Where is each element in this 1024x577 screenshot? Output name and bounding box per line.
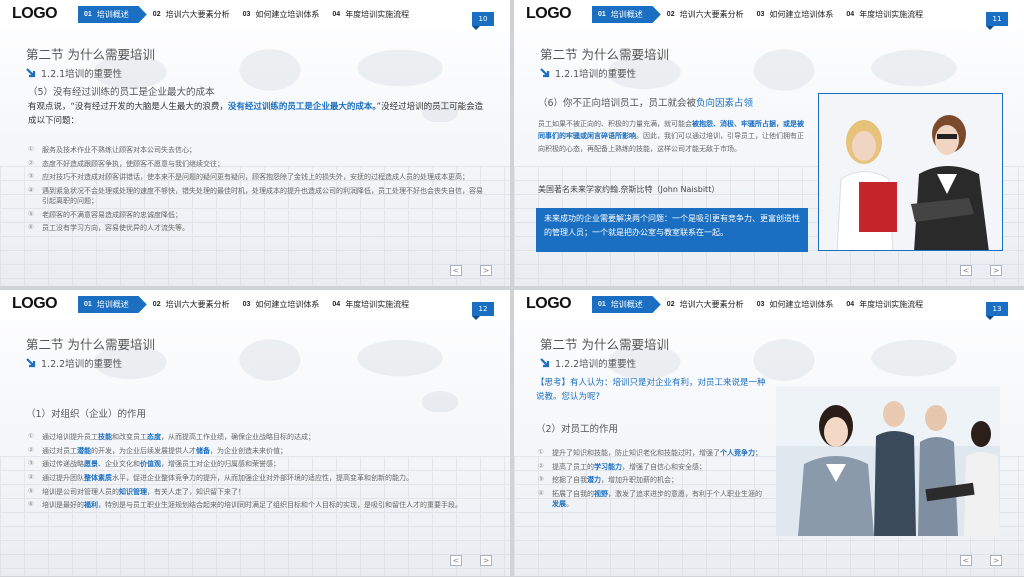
slide-nav: < > [960,555,1002,566]
nav-item-process[interactable]: 04 年度培训实施流程 [326,296,416,313]
nav-item-elements[interactable]: 02 培训六大要素分析 [147,296,237,313]
logo: LOGO [12,5,58,22]
problem-list: ① 服务及技术作业不熟练让顾客对本公司失去信心； ② 态度不好造成跟顾客争执，使顾客… [28,145,488,237]
next-button[interactable]: > [990,265,1002,276]
subtitle: 1.2.1培训的重要性 [540,66,636,80]
top-bar: LOGO 01 培训概述 02 培训六大要素分析 03 如何建立培训体系 04 年度培训… [0,290,510,320]
business-team-photo [776,386,1000,536]
arrow-down-right-icon [26,358,36,368]
slide-11[interactable]: LOGO 01 培训概述 02 培训六大要素分析 03 如何建立培训体系 04 年度培训… [514,0,1024,286]
page-number: 10 [472,12,494,30]
list-item: ② 态度不好造成跟顾客争执，使顾客不愿意与我们继续交往； [28,158,224,168]
nav-item-overview[interactable]: 01 培训概述 [78,296,147,313]
nav-item-elements[interactable]: 02 培训六大要素分析 [661,6,751,23]
prev-button[interactable]: < [960,265,972,276]
subtitle: 1.2.1培训的重要性 [26,66,122,80]
slide-13[interactable]: LOGO 01 培训概述 02 培训六大要素分析 03 如何建立培训体系 04 年度培训… [514,290,1024,576]
list-item: ③ 通过传递战略愿景、企业文化和价值观，增强员工对企业的归属感和荣誉感； [28,459,280,469]
heading: （5）没有经过训练的员工是企业最大的成本 [28,87,215,98]
list-item: ② 通过对员工潜能的开发，为企业后续发展提供人才储备，为企业创造未来价值； [28,445,287,455]
nav-item-overview[interactable]: 01 培训概述 [78,6,147,23]
list-item: ⑤ 老顾客的不满意容易造成顾客的忠诚度降低； [28,209,182,219]
arrow-down-right-icon [540,358,550,368]
top-bar: LOGO 01 培训概述 02 培训六大要素分析 03 如何建立培训体系 04 年度培训… [514,0,1024,30]
list-item: ④ 遇到紧急状况不会处理或处理的速度不够快，错失处理的最佳时机，处理成本的提升也造… [28,185,483,206]
nav-item-overview[interactable]: 01 培训概述 [592,6,661,23]
prev-button[interactable]: < [450,555,462,566]
nav-item-system[interactable]: 03 如何建立培训体系 [751,296,841,313]
nav-item-overview[interactable]: 01 培训概述 [592,296,661,313]
quote-author: 美国著名未来学家约翰.奈斯比特（John Naisbitt） [538,185,720,194]
nav-item-system[interactable]: 03 如何建立培训体系 [751,6,841,23]
nav-item-process[interactable]: 04 年度培训实施流程 [326,6,416,23]
arrow-down-right-icon [26,68,36,78]
page-number: 13 [986,302,1008,320]
nav-item-system[interactable]: 03 如何建立培训体系 [237,296,327,313]
heading: （6）你不正向培训员工，员工就会被负向因素占领 [538,98,754,109]
business-women-photo [818,93,1003,251]
nav: 01 培训概述 02 培训六大要素分析 03 如何建立培训体系 04 年度培训实施流程 [592,6,930,23]
slide-nav: < > [450,265,492,276]
heading: （1）对组织（企业）的作用 [26,409,147,420]
list-item: ② 提高了员工的学习能力，增强了自信心和安全感； [538,461,706,471]
list-item: ① 服务及技术作业不熟练让顾客对本公司失去信心； [28,145,196,154]
list-item: ④ 拓展了自我的视野，激发了追求进步的意愿，有利于个人职业生涯的发展。 [538,488,762,509]
list-item: ⑥ 员工没有学习方向，容易使优异的人才流失等。 [28,223,189,233]
nav-item-elements[interactable]: 02 培训六大要素分析 [147,6,237,23]
next-button[interactable]: > [480,265,492,276]
list-item: ④ 通过提升团队整体素质水平，促进企业整体竞争力的提升，从而加强企业对外部环境的适… [28,472,413,482]
list-item: ⑤ 培训是公司对管理人员的知识管理，有关人走了，知识留下来了！ [28,486,245,496]
body-text: 员工如果不被正向的、积极的力量充满，就可能会被抱怨、消极、牢骚所占据，或是被同事… [538,120,804,153]
top-bar: LOGO 01 培训概述 02 培训六大要素分析 03 如何建立培训体系 04 年度培训… [0,0,510,30]
list-item: ③ 挖掘了自我潜力，增加升职加薪的机会； [538,475,678,485]
page-number: 11 [986,12,1008,30]
slide-nav: < > [450,555,492,566]
arrow-down-right-icon [540,68,550,78]
logo: LOGO [526,5,572,22]
section-title: 第二节 为什么需要培训 [540,337,669,352]
top-bar: LOGO 01 培训概述 02 培训六大要素分析 03 如何建立培训体系 04 年度培训… [514,290,1024,320]
photo-art [819,94,1002,250]
logo: LOGO [526,295,572,312]
section-title: 第二节 为什么需要培训 [540,47,669,62]
slide-nav: < > [960,265,1002,276]
nav-item-process[interactable]: 04 年度培训实施流程 [840,6,930,23]
nav-item-elements[interactable]: 02 培训六大要素分析 [661,296,751,313]
list-item: ① 通过培训提升员工技能和改变员工态度，从而提高工作业绩，确保企业战略目标的达成； [28,432,315,441]
prev-button[interactable]: < [960,555,972,566]
nav: 01 培训概述 02 培训六大要素分析 03 如何建立培训体系 04 年度培训实施流程 [78,6,416,23]
subtitle: 1.2.2培训的重要性 [26,356,122,370]
photo-art [776,386,1000,536]
quote-callout: 未来成功的企业需要解决两个问题：一个是吸引更有竞争力、更富创造性的管理人员；一个… [536,208,808,252]
employee-benefit-list: ① 提升了知识和技能，防止知识老化和技能过时，增强了个人竞争力； ② 提高了员工的学… [538,448,768,513]
list-item: ① 提升了知识和技能，防止知识老化和技能过时，增强了个人竞争力； [538,448,762,457]
next-button[interactable]: > [480,555,492,566]
nav-item-system[interactable]: 03 如何建立培训体系 [237,6,327,23]
subtitle: 1.2.2培训的重要性 [540,356,636,370]
slide-10[interactable]: LOGO 01 培训概述 02 培训六大要素分析 03 如何建立培训体系 04 年度培训… [0,0,510,286]
nav: 01 培训概述 02 培训六大要素分析 03 如何建立培训体系 04 年度培训实施流程 [592,296,930,313]
list-item: ③ 应对技巧不对造成对顾客讲错话，使本来不是问题的疑问更有疑问，顾客抱怨除了金钱上… [28,172,469,182]
slide-12[interactable]: LOGO 01 培训概述 02 培训六大要素分析 03 如何建立培训体系 04 年度培训… [0,290,510,576]
nav-item-process[interactable]: 04 年度培训实施流程 [840,296,930,313]
section-title: 第二节 为什么需要培训 [26,337,155,352]
next-button[interactable]: > [990,555,1002,566]
heading: （2）对员工的作用 [536,424,619,435]
list-item: ⑥ 培训是最好的福利，特别是与员工职业生涯规划结合起来的培训同时满足了组织目标和个… [28,500,462,510]
section-title: 第二节 为什么需要培训 [26,47,155,62]
intro-text: 有观点说，“没有经过开发的大脑是人生最大的浪费，没有经过训练的员工是企业最大的成… [28,102,484,126]
logo: LOGO [12,295,58,312]
page-number: 12 [472,302,494,320]
prev-button[interactable]: < [450,265,462,276]
nav: 01 培训概述 02 培训六大要素分析 03 如何建立培训体系 04 年度培训实施流程 [78,296,416,313]
think-question: 【思考】有人认为：培训只是对企业有利，对员工来说是一种说教。您认为呢? [536,378,766,403]
org-benefit-list: ① 通过培训提升员工技能和改变员工态度，从而提高工作业绩，确保企业战略目标的达成；… [28,432,490,514]
